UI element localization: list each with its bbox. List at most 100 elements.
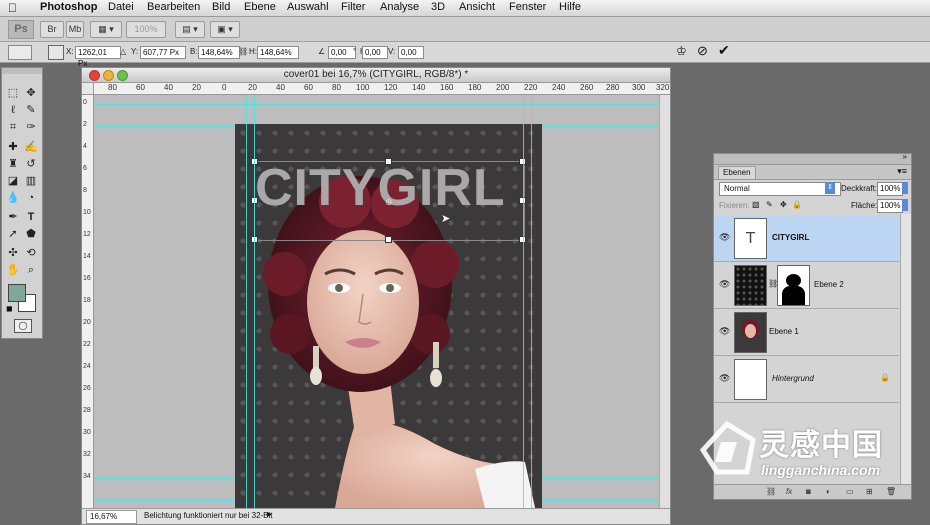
mini-bridge-button[interactable]: Mb (66, 21, 84, 38)
layer-row-citygirl[interactable]: 👁 T CITYGIRL (714, 215, 899, 262)
menu-app-name[interactable]: Photoshop (40, 1, 97, 13)
default-colors-icon[interactable]: ◼ (6, 304, 13, 313)
panel-menu-icon[interactable]: ▾≡ (897, 166, 907, 177)
history-brush-icon[interactable]: ↺ (24, 157, 38, 171)
menu-bild[interactable]: Bild (212, 1, 230, 13)
layer-name[interactable]: Hintergrund (772, 374, 814, 383)
dodge-tool-icon[interactable]: ◔ (24, 191, 38, 205)
move-tool-icon[interactable]: ⬚ (6, 86, 20, 100)
width-scale-field[interactable]: 148,64% (198, 46, 240, 59)
layer-name[interactable]: Ebene 2 (814, 280, 844, 289)
lock-all-icon[interactable]: 🔒 (792, 200, 802, 209)
menu-auswahl[interactable]: Auswahl (287, 1, 329, 13)
ruler-origin[interactable] (82, 83, 94, 95)
healing-brush-icon[interactable]: ✚ (6, 140, 20, 154)
cover-artwork[interactable]: CITYGIRL ⊕ ➤ (235, 124, 542, 508)
opacity-field[interactable]: 100% (877, 182, 903, 196)
view-extras-button[interactable]: ▦ ▾ (90, 21, 122, 38)
guide-vertical[interactable] (246, 95, 247, 508)
screen-mode-button[interactable]: ▣ ▾ (210, 21, 240, 38)
transform-handle[interactable] (385, 158, 392, 165)
tool-preset-picker[interactable] (8, 45, 32, 60)
blend-mode-select[interactable]: Normal (719, 182, 841, 196)
lock-image-icon[interactable]: ✎ (766, 200, 773, 209)
quick-select-icon[interactable]: ✎ (24, 103, 38, 117)
rotation-angle-field[interactable]: 0,00 (328, 46, 356, 59)
quick-mask-icon[interactable]: ◯ (14, 319, 32, 333)
path-select-icon[interactable]: ➚ (6, 227, 20, 241)
guide-vertical[interactable] (531, 95, 532, 508)
pen-tool-icon[interactable]: ✒ (6, 210, 20, 224)
lock-transparency-icon[interactable]: ▧ (752, 200, 760, 209)
type-tool-icon[interactable]: T (24, 210, 38, 224)
apple-icon[interactable]:  (8, 1, 17, 15)
layer-row-ebene-2[interactable]: 👁 ⛓ Ebene 2 (714, 262, 899, 309)
layer-name[interactable]: Ebene 1 (769, 327, 799, 336)
eyedropper-icon[interactable]: ✑ (24, 120, 38, 134)
document-title-bar[interactable]: cover01 bei 16,7% (CITYGIRL, RGB/8*) * (82, 68, 670, 83)
menu-analyse[interactable]: Analyse (380, 1, 419, 13)
y-position-field[interactable]: 607,77 Px (140, 46, 186, 59)
eye-icon[interactable]: 👁 (719, 373, 730, 384)
vertical-scrollbar[interactable] (659, 95, 670, 508)
brush-tool-icon[interactable]: ✍ (24, 140, 38, 154)
opacity-slider-toggle[interactable] (902, 182, 908, 194)
cancel-transform-icon[interactable]: ⊘ (697, 43, 708, 59)
arrange-documents-button[interactable]: ▤ ▾ (175, 21, 205, 38)
eye-icon[interactable]: 👁 (719, 326, 730, 337)
tab-ebenen[interactable]: Ebenen (718, 166, 756, 179)
zoom-tool-icon[interactable]: ⌕ (24, 263, 38, 277)
layer-row-hintergrund[interactable]: 👁 Hintergrund 🔒 (714, 356, 899, 403)
move-arrow-icon[interactable]: ✥ (24, 86, 38, 100)
eye-icon[interactable]: 👁 (719, 279, 730, 290)
crop-tool-icon[interactable]: ⌗ (6, 120, 20, 134)
blur-tool-icon[interactable]: 💧 (6, 191, 20, 205)
fill-field[interactable]: 100% (877, 199, 903, 213)
blend-mode-arrow-icon[interactable]: ⇕ (825, 182, 835, 194)
commit-transform-icon[interactable]: ✔ (718, 42, 730, 59)
shape-tool-icon[interactable]: ⬟ (24, 227, 38, 241)
eraser-icon[interactable]: ◪ (6, 174, 20, 188)
guide-vertical[interactable] (254, 95, 255, 508)
warp-mode-icon[interactable]: ♔ (676, 44, 687, 58)
x-position-field[interactable]: 1262,01 Px (75, 46, 121, 68)
transform-center-icon[interactable]: ⊕ (385, 197, 393, 208)
menu-filter[interactable]: Filter (341, 1, 365, 13)
menu-datei[interactable]: Datei (108, 1, 134, 13)
vertical-skew-field[interactable]: 0,00 (398, 46, 424, 59)
fill-slider-toggle[interactable] (902, 199, 908, 211)
collapse-panel-icon[interactable]: » (903, 152, 907, 161)
eye-icon[interactable]: 👁 (719, 232, 730, 243)
height-scale-field[interactable]: 148,64% (257, 46, 299, 59)
layer-row-ebene-1[interactable]: 👁 Ebene 1 (714, 309, 899, 356)
menu-3d[interactable]: 3D (431, 1, 445, 13)
menu-hilfe[interactable]: Hilfe (559, 1, 581, 13)
menu-ansicht[interactable]: Ansicht (459, 1, 495, 13)
canvas-pasteboard[interactable]: CITYGIRL ⊕ ➤ (94, 95, 658, 508)
foreground-color-swatch-top[interactable] (8, 284, 26, 302)
bridge-button[interactable]: Br (40, 21, 64, 38)
reference-point-icon[interactable] (48, 45, 64, 60)
lasso-tool-icon[interactable]: ℓ (6, 103, 20, 117)
zoom-level-select[interactable]: 100% (126, 21, 166, 38)
guide-horizontal[interactable] (94, 104, 658, 105)
3d-camera-icon[interactable]: ⟲ (24, 246, 38, 260)
lock-position-icon[interactable]: ✥ (780, 200, 787, 209)
guide-vertical[interactable] (523, 95, 524, 508)
clone-stamp-icon[interactable]: ♜ (6, 157, 20, 171)
transform-handle[interactable] (385, 236, 392, 243)
horizontal-skew-field[interactable]: 0,00 (362, 46, 388, 59)
layer-mask-thumbnail[interactable] (777, 265, 810, 306)
link-icon[interactable]: ⛓ (238, 47, 248, 56)
hand-tool-icon[interactable]: ✋ (6, 263, 20, 277)
tools-panel-header[interactable] (2, 68, 42, 74)
3d-rotate-icon[interactable]: ✣ (6, 246, 20, 260)
menu-fenster[interactable]: Fenster (509, 1, 546, 13)
status-menu-arrow-icon[interactable]: ▸ (267, 509, 272, 520)
menu-ebene[interactable]: Ebene (244, 1, 276, 13)
zoom-field[interactable]: 16,67% (86, 510, 137, 524)
menu-bearbeiten[interactable]: Bearbeiten (147, 1, 200, 13)
gradient-icon[interactable]: ▥ (24, 174, 38, 188)
layer-name[interactable]: CITYGIRL (772, 233, 809, 242)
layers-panel-header[interactable]: » (714, 152, 911, 165)
